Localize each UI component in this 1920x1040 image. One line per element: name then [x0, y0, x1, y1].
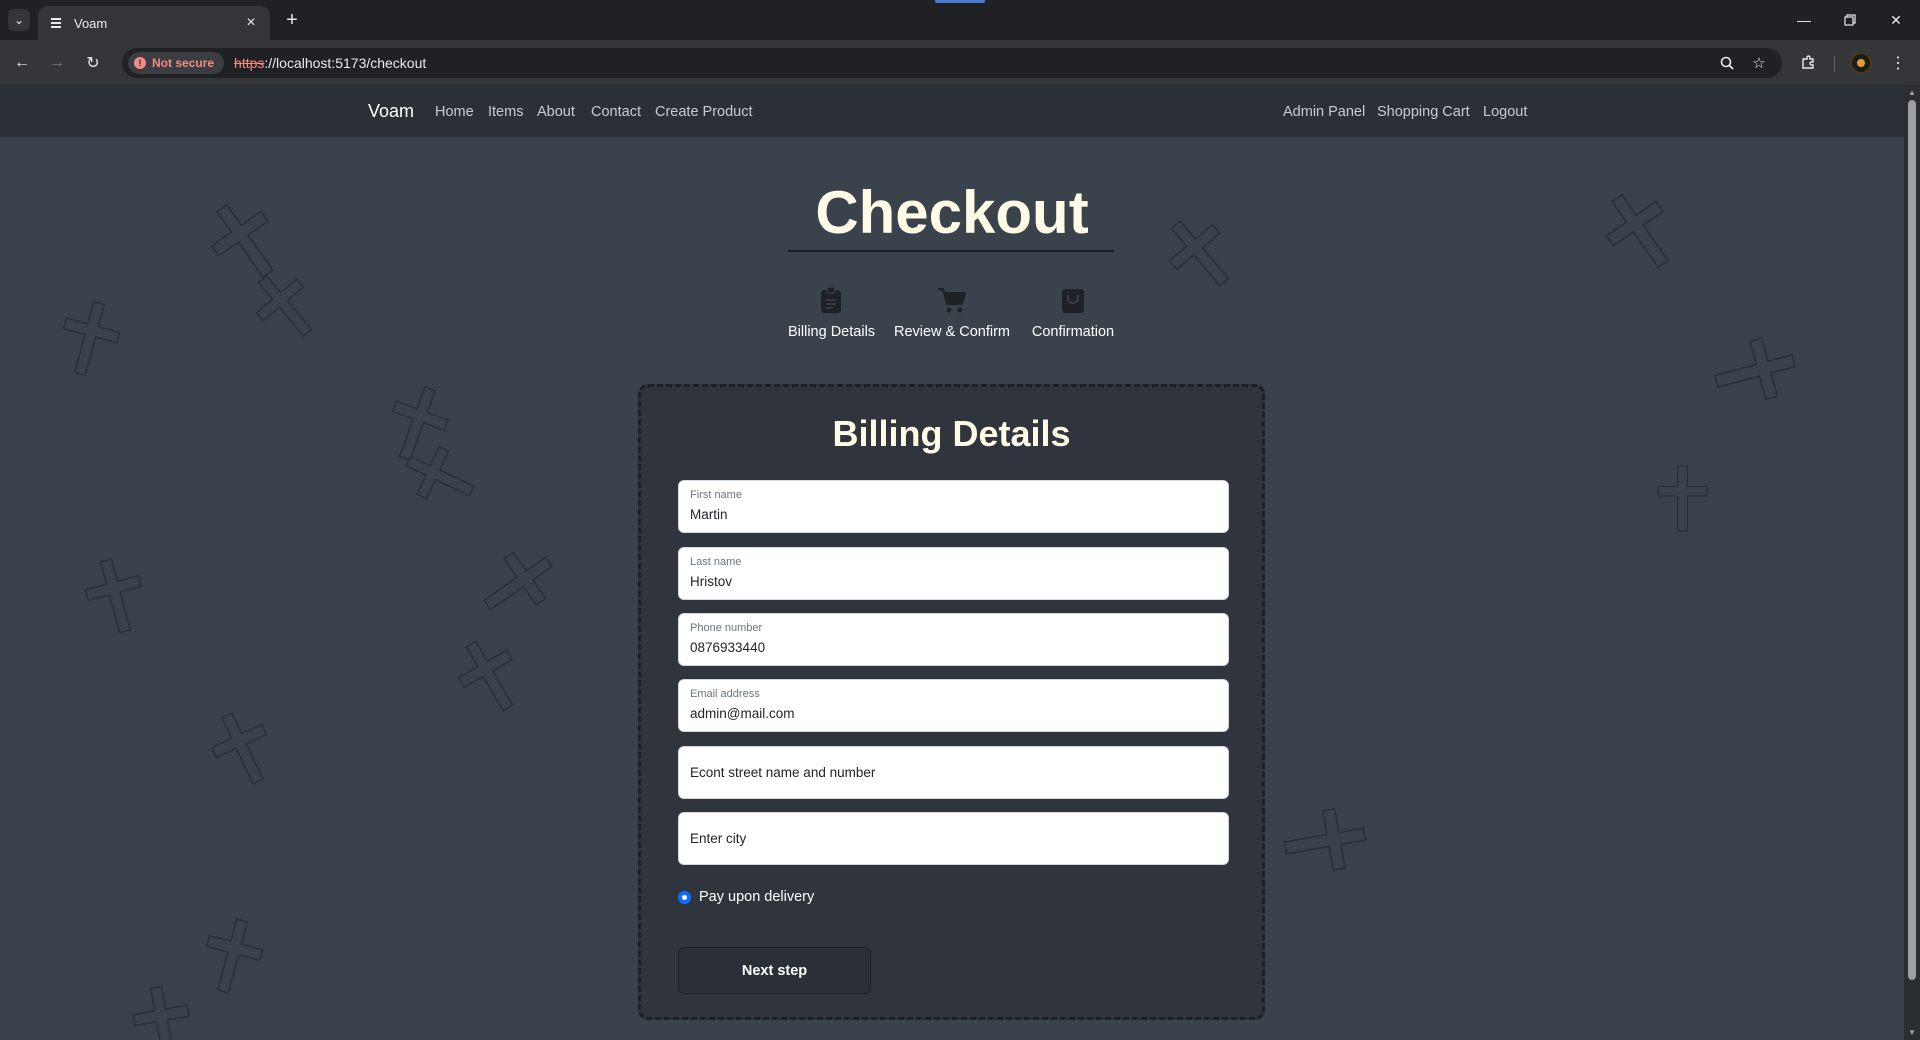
- tab-title: Voam: [74, 15, 108, 31]
- restore-icon[interactable]: [1830, 8, 1870, 32]
- decorative-cross-icon: [79, 550, 153, 642]
- step-label: Confirmation: [1031, 324, 1115, 340]
- scrollbar-thumb[interactable]: [1908, 100, 1916, 980]
- scroll-down-icon[interactable]: ▼: [1908, 1028, 1916, 1037]
- form-title: Billing Details: [832, 413, 1071, 454]
- decorative-cross-icon: [1709, 332, 1802, 411]
- nav-link-home[interactable]: Home: [435, 104, 474, 120]
- minimize-icon[interactable]: —: [1784, 8, 1824, 32]
- step-billing-details: Billing Details: [788, 282, 876, 340]
- tab-list-button[interactable]: ⌄: [8, 9, 30, 31]
- top-indicator: [935, 0, 985, 3]
- decorative-cross-icon: [202, 703, 284, 794]
- billing-form-card: Billing Details First name Martin Last n…: [638, 384, 1265, 1020]
- brand-logo[interactable]: Voam: [368, 101, 414, 122]
- step-confirmation: Confirmation: [1030, 282, 1116, 340]
- decorative-cross-icon: [446, 628, 534, 725]
- browser-menu-icon[interactable]: ⋮: [1886, 51, 1910, 75]
- field-value: admin@mail.com: [690, 706, 795, 721]
- url-text: https://localhost:5173/checkout: [234, 55, 426, 71]
- field-value: 0876933440: [690, 640, 766, 655]
- step-review-confirm: Review & Confirm: [893, 282, 1011, 340]
- profile-avatar[interactable]: [1850, 52, 1872, 74]
- close-window-icon[interactable]: ✕: [1876, 8, 1916, 32]
- warning-icon: !: [134, 57, 146, 69]
- scroll-up-icon[interactable]: ▲: [1908, 88, 1916, 97]
- decorative-cross-icon: [470, 537, 566, 629]
- last-name-field[interactable]: Last name Hristov: [678, 547, 1229, 600]
- field-label: Email address: [690, 688, 760, 700]
- clipboard-icon: [788, 282, 874, 314]
- site-favicon-icon: [48, 15, 64, 31]
- pay-on-delivery-radio[interactable]: [678, 890, 691, 904]
- site-navbar: Voam Home Items About Contact Create Pro…: [0, 86, 1904, 137]
- bookmark-star-icon[interactable]: ☆: [1748, 52, 1770, 74]
- payment-option-label: Pay upon delivery: [699, 889, 815, 905]
- browser-tab[interactable]: Voam ×: [38, 6, 270, 40]
- browser-toolbar: ← → ↻ ! Not secure https://localhost:517…: [0, 40, 1920, 86]
- back-icon[interactable]: ←: [10, 51, 34, 75]
- security-chip[interactable]: ! Not secure: [128, 52, 225, 74]
- cart-icon: [893, 282, 1011, 314]
- step-label: Billing Details: [788, 324, 876, 340]
- bag-icon: [1030, 282, 1116, 314]
- forward-icon[interactable]: →: [45, 51, 69, 75]
- url-path: ://localhost:5173/checkout: [264, 55, 427, 71]
- city-field[interactable]: Enter city: [678, 812, 1229, 865]
- next-step-button[interactable]: Next step: [678, 947, 871, 994]
- nav-link-about[interactable]: About: [537, 104, 575, 120]
- decorative-cross-icon: [1280, 805, 1369, 878]
- page-scrollbar[interactable]: ▲ ▼: [1904, 86, 1920, 1040]
- field-label: Phone number: [690, 622, 763, 634]
- browser-tab-bar: ⌄ Voam × + — ✕: [0, 0, 1920, 40]
- field-placeholder: Enter city: [690, 831, 747, 846]
- title-underline: [788, 250, 1114, 252]
- nav-link-admin-panel[interactable]: Admin Panel: [1283, 104, 1365, 120]
- zoom-icon[interactable]: [1716, 52, 1738, 74]
- field-value: Hristov: [690, 574, 733, 589]
- first-name-field[interactable]: First name Martin: [678, 480, 1229, 533]
- new-tab-icon[interactable]: +: [280, 8, 304, 32]
- page-title: Checkout: [815, 179, 1089, 246]
- close-tab-icon[interactable]: ×: [242, 14, 260, 32]
- step-label: Review & Confirm: [893, 324, 1011, 340]
- address-bar[interactable]: ! Not secure https://localhost:5173/chec…: [122, 48, 1782, 78]
- decorative-cross-icon: [1645, 465, 1720, 532]
- url-scheme: https: [234, 55, 265, 71]
- field-placeholder: Econt street name and number: [690, 765, 876, 780]
- field-label: First name: [690, 489, 742, 501]
- decorative-cross-icon: [129, 982, 196, 1040]
- nav-link-shopping-cart[interactable]: Shopping Cart: [1377, 104, 1470, 120]
- nav-link-create-product[interactable]: Create Product: [655, 104, 753, 120]
- nav-link-logout[interactable]: Logout: [1483, 104, 1527, 120]
- toolbar-separator: [1834, 56, 1835, 72]
- nav-link-contact[interactable]: Contact: [591, 104, 641, 120]
- street-address-field[interactable]: Econt street name and number: [678, 746, 1229, 799]
- page-viewport: Voam Home Items About Contact Create Pro…: [0, 86, 1904, 1040]
- decorative-cross-icon: [196, 910, 270, 1002]
- security-label: Not secure: [152, 56, 215, 70]
- extensions-icon[interactable]: [1796, 51, 1820, 75]
- email-address-field[interactable]: Email address admin@mail.com: [678, 679, 1229, 732]
- decorative-cross-icon: [53, 295, 126, 382]
- nav-link-items[interactable]: Items: [488, 104, 523, 120]
- payment-option[interactable]: Pay upon delivery: [678, 889, 814, 905]
- phone-number-field[interactable]: Phone number 0876933440: [678, 613, 1229, 666]
- field-label: Last name: [690, 556, 742, 568]
- field-value: Martin: [690, 507, 728, 522]
- reload-icon[interactable]: ↻: [81, 51, 105, 75]
